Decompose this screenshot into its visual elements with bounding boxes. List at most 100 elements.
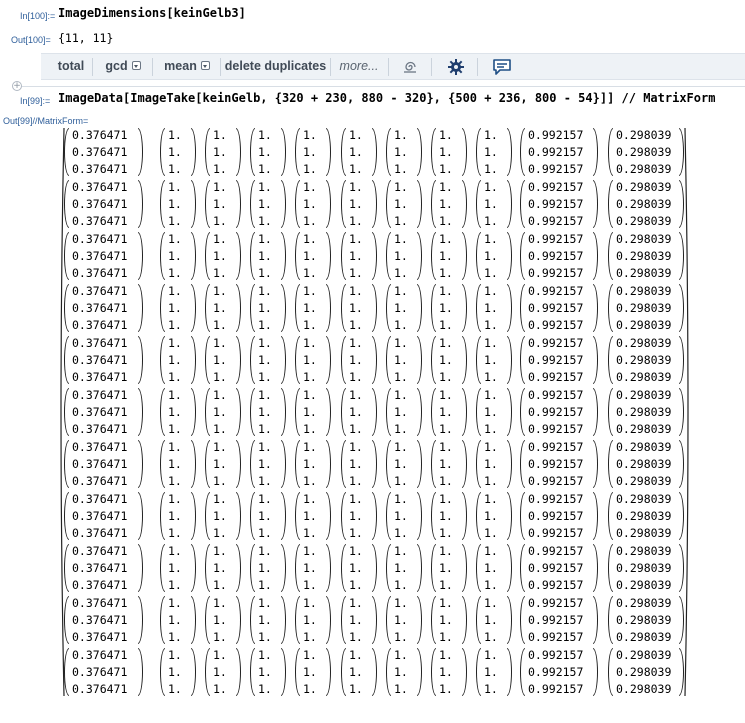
matrix-value: 1.: [439, 353, 453, 368]
element-left-paren: [295, 336, 300, 384]
matrix-value: 1.: [168, 353, 182, 368]
element-right-paren: [326, 388, 331, 436]
matrix-element: 1. 1. 1.: [476, 544, 512, 592]
element-left-paren: [295, 492, 300, 540]
matrix-value: 0.298039: [616, 128, 672, 142]
matrix-value: 0.376471: [72, 336, 128, 350]
matrix-value: 1.: [303, 128, 317, 142]
matrix-element: 0.992157 0.992157 0.992157: [520, 180, 598, 228]
matrix-value: 0.992157: [528, 492, 584, 506]
element-left-paren: [386, 232, 391, 280]
element-right-paren: [593, 336, 598, 384]
element-right-paren: [281, 492, 286, 540]
matrix-value: 1.: [439, 180, 453, 194]
element-left-paren: [160, 544, 165, 592]
matrix-value: 1.: [349, 613, 363, 628]
matrix-value: 1.: [484, 422, 498, 437]
element-left-paren: [160, 492, 165, 540]
element-right-paren: [593, 596, 598, 644]
matrix-element: 1. 1. 1.: [295, 180, 331, 228]
element-right-paren: [593, 232, 598, 280]
matrix-value: 1.: [349, 128, 363, 142]
element-left-paren: [341, 388, 346, 436]
element-left-paren: [64, 180, 69, 228]
matrix-element: 0.376471 0.376471 0.376471: [64, 648, 143, 696]
matrix-value: 1.: [213, 266, 227, 281]
element-left-paren: [250, 440, 255, 488]
matrix-value: 0.376471: [72, 544, 128, 558]
element-left-paren: [608, 232, 613, 280]
matrix-value: 1.: [349, 180, 363, 194]
matrix-column: 0.376471 0.376471 0.376471 0.376471 0.376471…: [64, 128, 143, 700]
element-left-paren: [64, 232, 69, 280]
element-right-paren: [507, 544, 512, 592]
matrix-value: 0.376471: [72, 422, 128, 437]
matrix-column: 0.992157 0.992157 0.992157 0.992157 0.992157…: [520, 128, 598, 700]
matrix-value: 0.992157: [528, 284, 584, 298]
matrix-value: 1.: [394, 492, 408, 506]
matrix-value: 1.: [349, 266, 363, 281]
element-left-paren: [295, 648, 300, 696]
element-right-paren: [236, 180, 241, 228]
matrix-value: 1.: [303, 613, 317, 628]
element-left-paren: [341, 180, 346, 228]
element-left-paren: [295, 440, 300, 488]
matrix-value: 1.: [349, 232, 363, 246]
matrix-value: 1.: [439, 422, 453, 437]
matrix-value: 1.: [168, 405, 182, 420]
matrix-value: 1.: [439, 509, 453, 524]
matrix-value: 1.: [349, 578, 363, 593]
element-right-paren: [372, 492, 377, 540]
element-right-paren: [417, 128, 422, 176]
matrix-element: 1. 1. 1.: [341, 440, 377, 488]
matrix-value: 1.: [484, 613, 498, 628]
matrix-value: 1.: [394, 180, 408, 194]
matrix-value: 1.: [394, 596, 408, 610]
matrix-value: 1.: [349, 544, 363, 558]
matrix-element: 1. 1. 1.: [431, 648, 467, 696]
matrix-value: 1.: [258, 145, 272, 160]
matrix-value: 1.: [258, 544, 272, 558]
matrix-element: 1. 1. 1.: [386, 232, 422, 280]
matrix-value: 1.: [303, 388, 317, 402]
matrix-value: 1.: [484, 474, 498, 489]
matrix-element: 1. 1. 1.: [160, 232, 196, 280]
matrix-value: 1.: [349, 630, 363, 645]
matrix-element: 1. 1. 1.: [250, 284, 286, 332]
matrix-value: 0.992157: [528, 665, 584, 680]
matrix-value: 1.: [484, 561, 498, 576]
matrix-value: 1.: [349, 457, 363, 472]
matrix-value: 1.: [213, 370, 227, 385]
matrix-value: 1.: [168, 301, 182, 316]
matrix-value: 1.: [258, 162, 272, 177]
matrix-value: 1.: [394, 353, 408, 368]
matrix-element: 1. 1. 1.: [386, 388, 422, 436]
matrix-value: 1.: [258, 353, 272, 368]
matrix-element: 1. 1. 1.: [386, 544, 422, 592]
matrix-value: 0.298039: [616, 561, 672, 576]
matrix-value: 1.: [303, 284, 317, 298]
matrix-value: 1.: [484, 336, 498, 350]
matrix-element: 0.992157 0.992157 0.992157: [520, 284, 598, 332]
matrix-value: 0.376471: [72, 249, 128, 264]
matrix-value: 1.: [439, 561, 453, 576]
element-right-paren: [593, 388, 598, 436]
element-right-paren: [462, 232, 467, 280]
matrix-element: 1. 1. 1.: [295, 440, 331, 488]
matrix-value: 0.298039: [616, 214, 672, 229]
element-left-paren: [341, 284, 346, 332]
matrix-value: 1.: [168, 145, 182, 160]
element-right-paren: [462, 440, 467, 488]
element-left-paren: [520, 440, 525, 488]
matrix-value: 0.992157: [528, 353, 584, 368]
element-left-paren: [250, 284, 255, 332]
matrix-value: 1.: [168, 388, 182, 402]
matrix-value: 1.: [168, 509, 182, 524]
element-left-paren: [431, 128, 436, 176]
matrix-value: 1.: [213, 145, 227, 160]
element-left-paren: [608, 336, 613, 384]
matrix-value: 1.: [213, 197, 227, 212]
matrix-value: 1.: [213, 336, 227, 350]
matrix-value: 1.: [303, 336, 317, 350]
element-right-paren: [679, 648, 684, 696]
